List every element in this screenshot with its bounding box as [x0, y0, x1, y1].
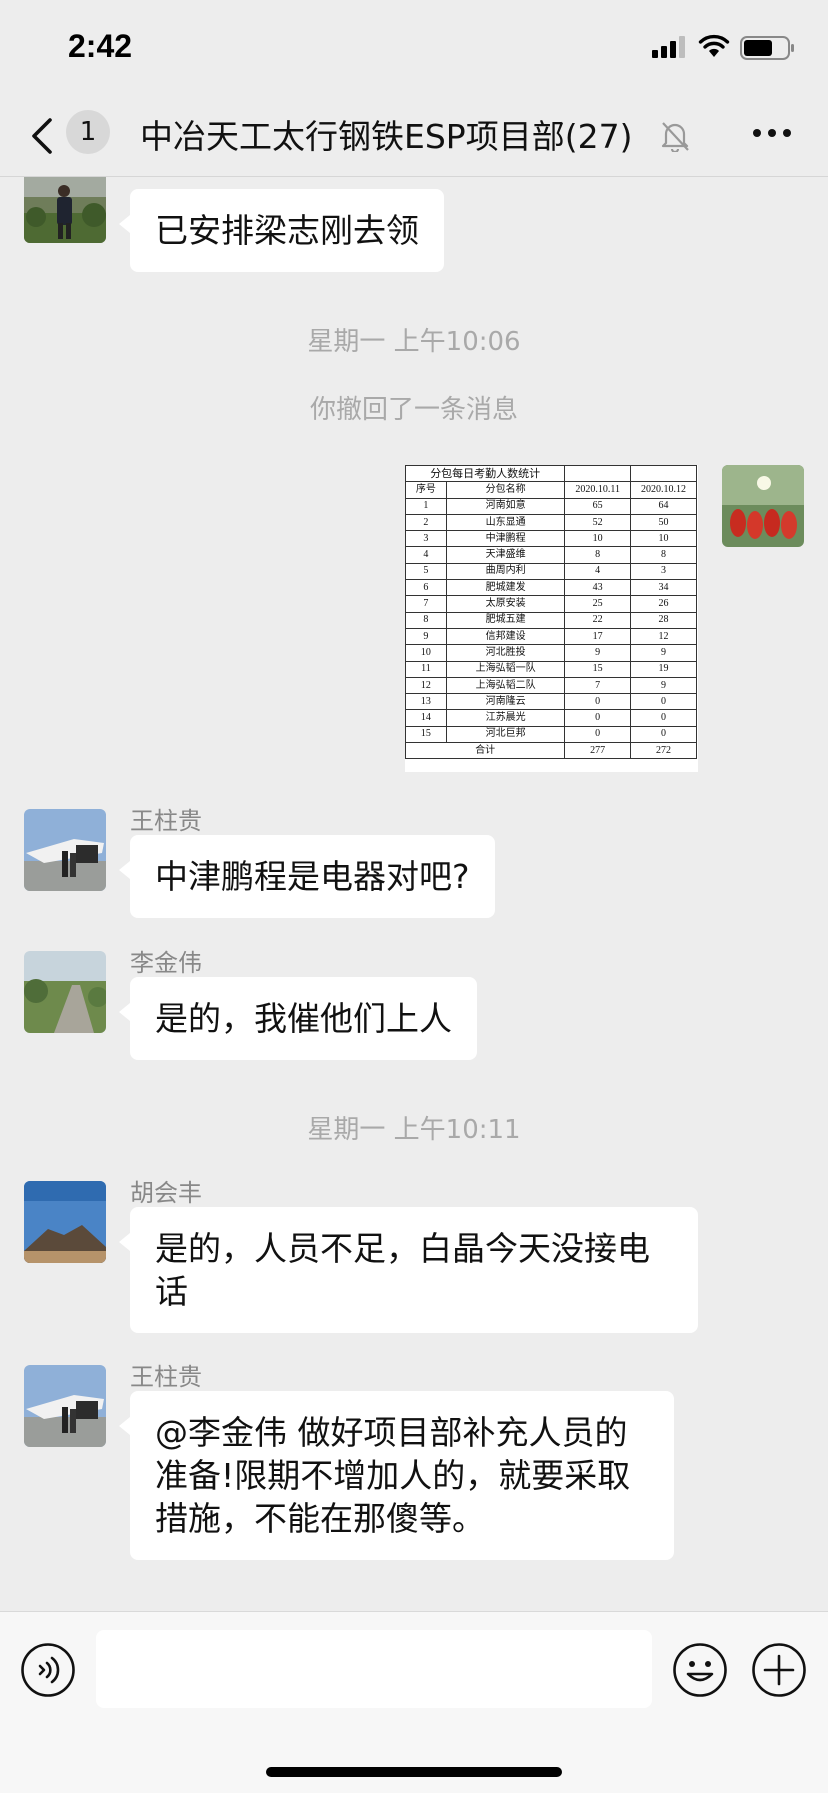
battery-icon [740, 36, 794, 60]
sender-name: 李金伟 [130, 949, 202, 977]
table-header: 2020.10.11 [564, 481, 631, 499]
table-row: 2 山东显通 52 50 [405, 513, 698, 532]
table-row: 15 河北巨邦 0 0 [405, 725, 698, 744]
recalled-notice: 你撤回了一条消息 [309, 395, 518, 425]
message-input[interactable] [96, 1630, 652, 1708]
wifi-icon [698, 34, 730, 57]
my-avatar[interactable] [722, 465, 804, 547]
table-row: 14 江苏晨光 0 0 [405, 709, 698, 727]
table-row: 1 河南如意 65 64 [405, 497, 698, 515]
sender-name: 王柱贵 [130, 807, 202, 835]
table-row: 10 河北胜投 9 9 [405, 644, 698, 662]
message-bubble[interactable]: 是的，人员不足，白晶今天没接电话 [119, 1207, 698, 1333]
message-list[interactable]: 已安排梁志刚去领 星期一 上午10:06 你撤回了一条消息 分包每日考勤人数统计… [0, 177, 828, 1611]
table-header: 分包名称 [445, 481, 566, 499]
table-row: 6 肥城建发 43 34 [405, 579, 698, 597]
voice-input-icon[interactable] [20, 1642, 76, 1698]
plus-icon[interactable] [751, 1642, 807, 1698]
timestamp: 星期一 上午10:11 [307, 1115, 521, 1145]
table-row: 11 上海弘韬一队 15 19 [405, 660, 698, 678]
avatar[interactable] [24, 1365, 106, 1447]
message-bubble[interactable]: 已安排梁志刚去领 [119, 189, 444, 272]
back-arrow-icon[interactable] [28, 114, 56, 158]
table-row: 9 信邦建设 17 12 [405, 627, 698, 646]
table-row: 12 上海弘韬二队 7 9 [405, 676, 698, 695]
emoji-icon[interactable] [672, 1642, 728, 1698]
mute-bell-icon [661, 122, 689, 152]
chat-title: 中冶天工太行钢铁ESP项目部(27) [140, 117, 633, 156]
table-row: 7 太原安装 25 26 [405, 595, 698, 613]
message-bubble[interactable]: 是的，我催他们上人 [119, 977, 477, 1060]
avatar[interactable] [24, 1181, 106, 1263]
table-header: 序号 [405, 481, 447, 499]
attendance-table-image[interactable]: 分包每日考勤人数统计 序号 分包名称 2020.10.11 2020.10.12… [405, 465, 698, 772]
status-bar: 2:42 [0, 0, 828, 100]
more-options-icon[interactable] [752, 128, 792, 138]
avatar[interactable] [24, 951, 106, 1033]
unread-count-badge[interactable]: 1 [66, 110, 110, 154]
cellular-signal-icon [652, 36, 685, 58]
avatar[interactable] [24, 177, 106, 243]
sender-name: 胡会丰 [130, 1179, 202, 1207]
home-indicator[interactable] [266, 1767, 562, 1777]
message-bubble[interactable]: @李金伟 做好项目部补充人员的准备!限期不增加人的，就要采取措施，不能在那傻等。 [119, 1391, 674, 1560]
input-bar [0, 1611, 828, 1793]
table-row: 13 河南隆云 0 0 [405, 693, 698, 711]
avatar[interactable] [24, 809, 106, 891]
table-row: 5 曲周内利 4 3 [405, 562, 698, 581]
table-total-row: 合计 277 272 [405, 742, 698, 760]
table-row: 8 肥城五建 22 28 [405, 611, 698, 629]
table-row: 3 中津鹏程 10 10 [405, 530, 698, 548]
table-row: 4 天津盛维 8 8 [405, 546, 698, 564]
message-bubble[interactable]: 中津鹏程是电器对吧? [119, 835, 495, 918]
sender-name: 王柱贵 [130, 1363, 202, 1391]
status-time: 2:42 [68, 28, 133, 64]
table-title: 分包每日考勤人数统计 [405, 465, 566, 483]
table-header: 2020.10.12 [629, 481, 698, 499]
chat-header: 1 中冶天工太行钢铁ESP项目部(27) [0, 100, 828, 177]
timestamp: 星期一 上午10:06 [307, 327, 521, 357]
